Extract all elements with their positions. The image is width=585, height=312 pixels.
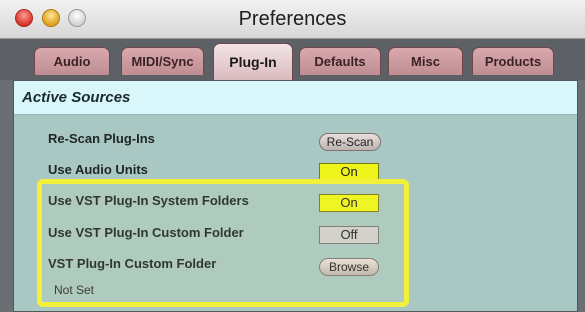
- tab-defaults[interactable]: Defaults: [299, 47, 381, 75]
- window-title: Preferences: [238, 8, 347, 30]
- tab-midi-sync[interactable]: MIDI/Sync: [121, 47, 204, 75]
- preferences-window: Preferences Audio MIDI/Sync Plug-In Defa…: [0, 0, 585, 312]
- section-title: Active Sources: [22, 89, 131, 106]
- use-vst-system-folders-label: Use VST Plug-In System Folders: [48, 193, 249, 208]
- use-vst-custom-folder-toggle[interactable]: Off: [319, 226, 379, 244]
- title-bar: Preferences: [0, 0, 585, 39]
- browse-button[interactable]: Browse: [319, 258, 379, 276]
- rescan-plugins-label: Re-Scan Plug-Ins: [48, 131, 155, 146]
- use-audio-units-label: Use Audio Units: [48, 162, 148, 177]
- tab-audio[interactable]: Audio: [34, 47, 110, 75]
- tab-plug-in[interactable]: Plug-In: [213, 43, 293, 81]
- use-audio-units-toggle[interactable]: On: [319, 163, 379, 181]
- use-vst-custom-folder-label: Use VST Plug-In Custom Folder: [48, 225, 244, 240]
- plug-in-settings-panel: Active Sources Re-Scan Plug-Ins Re-Scan …: [13, 80, 578, 312]
- vst-custom-folder-label: VST Plug-In Custom Folder: [48, 256, 217, 271]
- section-header: Active Sources: [14, 81, 577, 115]
- custom-folder-path-value: Not Set: [54, 283, 95, 297]
- tab-bar: Audio MIDI/Sync Plug-In Defaults Misc Pr…: [0, 39, 585, 81]
- tab-products[interactable]: Products: [472, 47, 554, 75]
- use-vst-system-folders-toggle[interactable]: On: [319, 194, 379, 212]
- rescan-button[interactable]: Re-Scan: [319, 133, 381, 151]
- tab-misc[interactable]: Misc: [388, 47, 463, 75]
